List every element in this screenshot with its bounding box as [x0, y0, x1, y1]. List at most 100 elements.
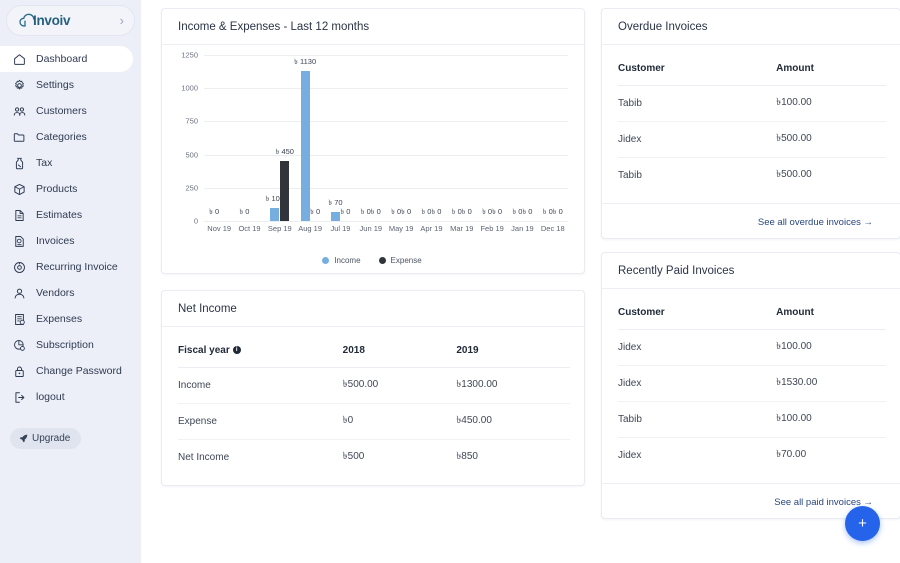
- legend-item-expense[interactable]: Expense: [378, 256, 422, 265]
- chart-bar-label: ৳ 0: [512, 207, 523, 216]
- sidebar-label: Vendors: [36, 286, 75, 299]
- chart-bar-slot: ৳ 70: [328, 55, 343, 221]
- table-row[interactable]: Net Income ৳500 ৳850: [178, 440, 570, 476]
- table-row[interactable]: Jidex ৳100.00: [618, 329, 886, 366]
- sidebar-item-estimates[interactable]: Estimates: [0, 202, 141, 228]
- sidebar-item-settings[interactable]: Settings: [0, 72, 141, 98]
- sidebar-item-categories[interactable]: Categories: [0, 124, 141, 150]
- folder-icon: [12, 130, 26, 144]
- table-row[interactable]: Tabib ৳100.00: [618, 401, 886, 438]
- sidebar-item-expenses[interactable]: Expenses: [0, 306, 141, 332]
- sidebar-label: Expenses: [36, 312, 83, 325]
- chart-bar-slot: ৳ 0: [482, 55, 492, 221]
- chart-bar-slot: ৳ 0: [512, 55, 523, 221]
- cell-y2018: ৳500: [342, 451, 365, 462]
- upgrade-container: Upgrade: [0, 428, 141, 449]
- header-2018: 2018: [342, 333, 457, 368]
- chart-bar-label: ৳ 0: [340, 207, 351, 216]
- chart-x-tick: Feb 19: [480, 224, 504, 233]
- chart-bar-label: ৳ 0: [431, 207, 442, 216]
- chart-bar-label: ৳ 0: [360, 207, 371, 216]
- chart-bar-income[interactable]: ৳ 1130: [294, 57, 316, 221]
- sidebar-item-change-password[interactable]: Change Password: [0, 358, 141, 384]
- sidebar-label: Dashboard: [36, 52, 88, 65]
- chart-bar-label: ৳ 0: [310, 207, 321, 216]
- cell-customer: Jidex: [618, 329, 777, 366]
- sidebar-item-customers[interactable]: Customers: [0, 98, 141, 124]
- brand-header[interactable]: Invoiv ›: [6, 5, 135, 36]
- chart-x-axis: Nov 19 Oct 19 Sep 19 Aug 19 Jul 19 Jun 19 May …: [204, 224, 568, 233]
- chart-bar-expense[interactable]: ৳ 450: [276, 147, 294, 221]
- chart-y-tick: 0: [193, 216, 198, 226]
- chart-bar-slot: ৳ 100: [266, 55, 284, 221]
- chart-x-tick: Mar 19: [450, 224, 474, 233]
- chart-y-tick: 750: [185, 116, 198, 126]
- chart-bar-slot: ৳ 0: [431, 55, 442, 221]
- cell-label: Expense: [178, 403, 343, 440]
- chart-month-group: ৳ 0: [204, 55, 234, 221]
- chevron-right-icon[interactable]: ›: [120, 14, 124, 27]
- sidebar-item-invoices[interactable]: Invoices: [0, 228, 141, 254]
- header-amount: Amount: [776, 51, 886, 86]
- see-all-overdue-link[interactable]: See all overdue invoices →: [758, 217, 886, 228]
- invoice-icon: [12, 234, 26, 248]
- net-income-title: Net Income: [162, 291, 584, 327]
- sidebar-item-recurring-invoice[interactable]: Recurring Invoice: [0, 254, 141, 280]
- sidebar-item-subscription[interactable]: Subscription: [0, 332, 141, 358]
- table-row[interactable]: Income ৳500.00 ৳1300.00: [178, 367, 570, 404]
- info-icon[interactable]: i: [232, 346, 241, 355]
- customers-icon: [12, 104, 26, 118]
- net-income-body: Fiscal year i 2018 2019 Income ৳500.00 ৳130…: [162, 327, 584, 485]
- cell-customer: Tabib: [618, 170, 642, 181]
- chart-legend: Income Expense: [170, 256, 574, 265]
- recently-paid-invoices-card: Recently Paid Invoices Customer Amount J…: [601, 252, 900, 519]
- cell-label: Net Income: [178, 452, 230, 463]
- cell-y2019: ৳1300.00: [456, 367, 570, 404]
- table-row[interactable]: Jidex ৳70.00: [618, 438, 886, 474]
- table-row[interactable]: Tabib ৳500.00: [618, 158, 886, 194]
- cell-amount: ৳70.00: [776, 449, 807, 460]
- legend-dot-icon: [378, 257, 386, 264]
- sidebar-item-dashboard[interactable]: Dashboard: [0, 46, 133, 72]
- sidebar-item-products[interactable]: Products: [0, 176, 141, 202]
- chart-x-tick: Sep 19: [267, 224, 292, 233]
- table-row[interactable]: Tabib ৳100.00: [618, 85, 886, 122]
- chart-x-tick: Oct 19: [238, 224, 261, 233]
- chart-bar-label: ৳ 0: [451, 207, 462, 216]
- chart-month-group: ৳ 0 ৳ 0: [477, 55, 507, 221]
- brand-name: Invoiv: [33, 13, 71, 28]
- chart-bar-income[interactable]: ৳ 100: [266, 194, 284, 221]
- table-row[interactable]: Expense ৳0 ৳450.00: [178, 403, 570, 440]
- chart-bar-slot: ৳ 0: [462, 55, 472, 221]
- cell-y2018: ৳500.00: [342, 367, 457, 404]
- legend-item-income[interactable]: Income: [322, 256, 361, 265]
- cell-label: Income: [178, 367, 343, 404]
- table-row[interactable]: Jidex ৳1530.00: [618, 365, 886, 402]
- chart-bar-label: ৳ 0: [492, 207, 503, 216]
- sidebar-label: Products: [36, 182, 78, 195]
- chart-bar-slot: ৳ 0: [371, 55, 381, 221]
- chart-bar-income[interactable]: ৳ 70: [328, 198, 343, 221]
- sidebar-label: Settings: [36, 78, 74, 91]
- chart-bar-slot: ৳ 450: [276, 55, 294, 221]
- cell-customer: Tabib: [618, 85, 777, 122]
- add-button[interactable]: +: [845, 506, 880, 541]
- chart-plot-area: 0 250 500 750 1000 1250 ৳ 0 ৳ 0 ৳ 100 ৳ 450 ৳ 1130…: [181, 51, 568, 226]
- home-icon: [12, 52, 26, 66]
- upgrade-button[interactable]: Upgrade: [10, 428, 82, 449]
- sidebar-item-vendors[interactable]: Vendors: [0, 280, 141, 306]
- sidebar-label: Recurring Invoice: [36, 260, 118, 273]
- chart-bar-label: ৳ 450: [275, 147, 294, 157]
- see-all-paid-link[interactable]: See all paid invoices →: [774, 497, 886, 508]
- app-root: Invoiv › Dashboard Settings Customers Ca…: [0, 0, 900, 563]
- legend-label: Expense: [390, 256, 422, 265]
- sidebar-item-logout[interactable]: logout: [0, 384, 141, 410]
- cell-amount: ৳500.00: [776, 169, 812, 180]
- cell-amount: ৳1530.00: [776, 365, 886, 402]
- chart-month-group: ৳ 0 ৳ 0: [507, 55, 537, 221]
- sidebar-item-tax[interactable]: Tax: [0, 150, 141, 176]
- cell-y2019: ৳850: [456, 451, 478, 462]
- chart-bar-slot: ৳ 0: [401, 55, 411, 221]
- chart-month-group: ৳ 0 ৳ 0: [447, 55, 477, 221]
- table-row[interactable]: Jidex ৳500.00: [618, 121, 886, 158]
